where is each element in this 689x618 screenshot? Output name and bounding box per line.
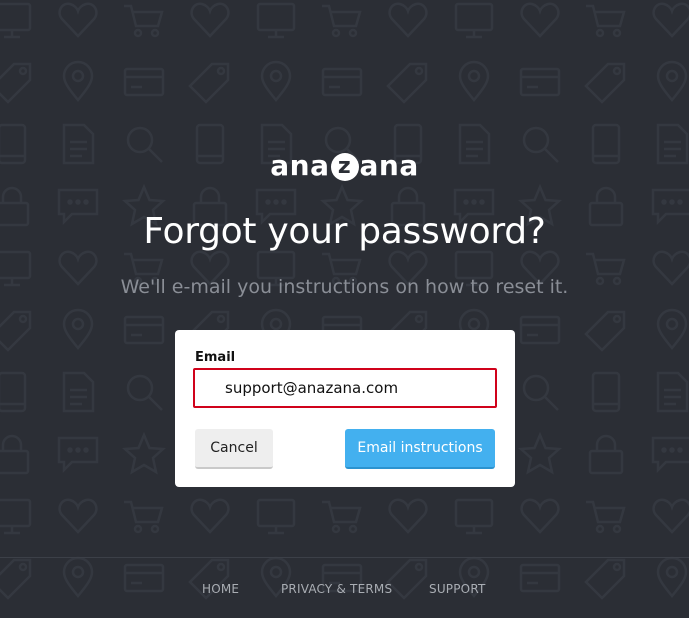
heart-icon [190, 498, 230, 534]
heart-icon [520, 2, 560, 38]
cancel-button[interactable]: Cancel [195, 429, 273, 469]
background-icon-pattern [0, 2, 689, 600]
map-pin-icon [62, 308, 94, 350]
footer-link-privacy-terms[interactable]: PRIVACY & TERMS [281, 580, 392, 598]
tag-icon [0, 310, 32, 352]
footer-link-support[interactable]: SUPPORT [429, 580, 486, 598]
monitor-icon [454, 498, 494, 535]
email-instructions-button[interactable]: Email instructions [345, 429, 495, 469]
credit-card-icon [123, 67, 165, 97]
lock-icon [0, 434, 30, 475]
logo-z-badge: z [330, 153, 359, 181]
heart-icon [58, 498, 98, 534]
monitor-icon [0, 498, 32, 535]
heart-icon [190, 2, 230, 38]
cart-icon [320, 500, 362, 534]
cart-icon [584, 4, 626, 38]
monitor-icon [0, 2, 32, 39]
email-label: Email [195, 350, 236, 365]
map-pin-icon [260, 60, 292, 102]
star-icon [519, 433, 561, 474]
logo-text-start: ana [270, 149, 330, 182]
email-field[interactable] [193, 368, 497, 408]
monitor-icon [454, 2, 494, 39]
heart-icon [652, 498, 689, 534]
cart-icon [320, 4, 362, 38]
map-pin-icon [656, 308, 688, 350]
footer-divider [0, 557, 689, 558]
heart-icon [388, 498, 428, 534]
anazana-logo: ana z ana [0, 148, 689, 184]
monitor-icon [256, 498, 296, 535]
page-subtitle: We'll e-mail you instructions on how to … [120, 276, 569, 298]
tag-icon [0, 62, 32, 104]
tag-icon [584, 310, 626, 352]
tag-icon [188, 62, 230, 104]
map-pin-icon [62, 60, 94, 102]
lock-icon [588, 434, 624, 475]
cart-icon [122, 500, 164, 534]
credit-card-icon [123, 315, 165, 345]
chat-icon [57, 436, 99, 472]
credit-card-icon [519, 315, 561, 345]
heart-icon [652, 2, 689, 38]
tag-icon [584, 62, 626, 104]
cart-icon [584, 500, 626, 534]
tablet-icon [0, 371, 27, 413]
magnifier-icon [522, 374, 560, 412]
reset-password-form: Email Cancel Email instructions [175, 330, 515, 487]
footer-nav: HOME PRIVACY & TERMS SUPPORT [0, 580, 689, 600]
tablet-icon [591, 371, 621, 413]
monitor-icon [256, 2, 296, 39]
footer-link-home[interactable]: HOME [202, 580, 239, 598]
star-icon [123, 433, 165, 474]
magnifier-icon [126, 374, 164, 412]
document-icon [62, 371, 95, 413]
logo-text-end: ana [359, 149, 419, 182]
cart-icon [122, 4, 164, 38]
page-title: Forgot your password? [143, 211, 546, 252]
credit-card-icon [519, 67, 561, 97]
heart-icon [520, 498, 560, 534]
document-icon [656, 371, 689, 413]
heart-icon [58, 2, 98, 38]
heart-icon [388, 2, 428, 38]
tag-icon [386, 62, 428, 104]
map-pin-icon [458, 60, 490, 102]
credit-card-icon [321, 67, 363, 97]
map-pin-icon [656, 60, 688, 102]
chat-icon [651, 436, 689, 472]
